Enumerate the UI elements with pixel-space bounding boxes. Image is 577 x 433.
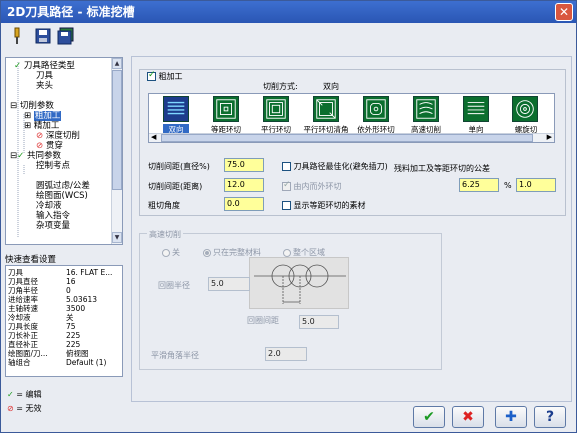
tree-item-finish[interactable]: ⊞ 精加工: [24, 121, 59, 131]
gallery-scrollbar[interactable]: ◀ ▶: [149, 133, 554, 142]
stepover-dist-input[interactable]: 12.0: [224, 178, 264, 192]
tree-item-canned-text[interactable]: 输入指令: [36, 211, 70, 221]
tree-item-coolant[interactable]: 冷却液: [36, 201, 62, 211]
tool-icon[interactable]: [9, 27, 25, 45]
true-spiral-icon: [512, 96, 538, 122]
one-way-icon: [463, 96, 489, 122]
ok-button[interactable]: ✔: [413, 406, 445, 428]
no-icon: ⊘: [36, 141, 44, 151]
cancel-button[interactable]: ✖: [452, 406, 484, 428]
stepover-pct-input[interactable]: 75.0: [224, 158, 264, 172]
collapse-icon[interactable]: ⊟: [10, 101, 17, 111]
pattern-parallel-spiral[interactable]: 平行环切: [251, 96, 301, 134]
cut-method-gallery[interactable]: 双向 等距环切 平行环切 平行环切清角 依外形环切 高速切削 单向 螺旋切 ◀ …: [148, 93, 555, 143]
percent-sign: %: [504, 181, 512, 190]
no-icon: ⊘: [36, 131, 44, 141]
tree-item-break-through[interactable]: ⊘ 贯穿: [36, 141, 63, 151]
rough-enable[interactable]: 粗加工: [147, 70, 183, 82]
quick-view-title: 快速查看设置: [5, 255, 57, 265]
scroll-up-icon[interactable]: ▲: [112, 58, 122, 69]
tree-item-toolpath-type[interactable]: ✓ 刀具路径类型: [14, 61, 75, 71]
expand-icon[interactable]: ⊞: [24, 121, 31, 131]
quick-view-panel: 刀具 16. FLAT E... 刀具直径 16 刀角半径 0 进给速率 5.03613…: [5, 265, 123, 377]
pattern-one-way[interactable]: 单向: [451, 96, 501, 134]
help-button[interactable]: ?: [534, 406, 566, 428]
check-icon: ✓: [14, 61, 22, 71]
loop-pitch-label: 回圈间距: [247, 316, 279, 325]
loop-radius-label: 回圈半径: [158, 281, 190, 290]
tree-item-planes[interactable]: 绘图面(WCS): [36, 191, 88, 201]
tree-item-rough[interactable]: ⊞ 粗加工: [24, 111, 62, 121]
scroll-left-icon[interactable]: ◀: [151, 133, 156, 141]
high-speed-title: 高速切削: [147, 229, 183, 240]
toolbar: [1, 23, 576, 49]
cut-method-value: 双向: [323, 82, 339, 91]
scroll-right-icon[interactable]: ▶: [547, 133, 552, 141]
expand-icon[interactable]: ⊞: [24, 111, 31, 121]
legend-edit: ✓ = 编辑: [7, 390, 42, 399]
rough-angle-input[interactable]: 0.0: [224, 197, 264, 211]
tree-item-arc-filter[interactable]: 圆弧过虑/公差: [36, 181, 90, 191]
check-icon: ✓: [17, 151, 25, 161]
window-title: 2D刀具路径 - 标准挖槽: [7, 5, 135, 19]
tree-item-tool[interactable]: 刀具: [36, 71, 53, 81]
rough-enable-checkbox[interactable]: [147, 70, 156, 81]
close-button[interactable]: ✕: [555, 3, 573, 21]
pattern-zigzag[interactable]: 双向: [151, 96, 201, 135]
hs-off-radio: 关: [162, 247, 180, 258]
scroll-down-icon[interactable]: ▼: [112, 232, 122, 243]
smooth-radius-input: 2.0: [265, 347, 307, 361]
stepover-dist-label: 切削间距(距离): [148, 182, 203, 191]
dialog-window: 2D刀具路径 - 标准挖槽 ✕ ✓ 刀具路径类型 刀具 夹头 ⊟ 切削参数 ⊞ …: [0, 0, 577, 433]
tree-item-cut-params[interactable]: ⊟ 切削参数: [10, 101, 54, 111]
tolerance-pct-input[interactable]: 6.25: [459, 178, 499, 192]
rough-angle-label: 粗切角度: [148, 201, 180, 210]
pattern-true-spiral[interactable]: 螺旋切: [501, 96, 549, 134]
pattern-high-speed[interactable]: 高速切削: [401, 96, 451, 134]
high-speed-icon: [413, 96, 439, 122]
parallel-spiral-icon: [263, 96, 289, 122]
title-bar: 2D刀具路径 - 标准挖槽 ✕: [1, 1, 576, 23]
tree-item-misc-values[interactable]: 杂项变量: [36, 221, 70, 231]
loop-diagram: [249, 257, 349, 309]
smooth-radius-label: 平滑角落半径: [151, 351, 199, 360]
tree-item-holder[interactable]: 夹头: [36, 81, 53, 91]
radio-icon: [203, 248, 211, 257]
display-stock-checkbox[interactable]: [282, 201, 291, 210]
loop-radius-input: 5.0: [208, 277, 250, 291]
pattern-morph-spiral[interactable]: 依外形环切: [351, 96, 401, 134]
loop-diagram-icon: [254, 264, 346, 304]
loop-pitch-input: 5.0: [299, 315, 339, 329]
cut-method-label: 切削方式:: [263, 82, 298, 91]
check-icon: ✓: [7, 390, 14, 399]
tree-item-control-points[interactable]: 控制考点: [36, 161, 70, 171]
spiral-icon: [213, 96, 239, 122]
gallery-scroll-thumb[interactable]: [161, 134, 533, 142]
tolerance-label: 残料加工及等距环切的公差: [394, 164, 490, 173]
spiral-inside-out-checkbox: [282, 180, 291, 191]
save-icon[interactable]: [35, 27, 51, 45]
no-icon: ⊘: [7, 404, 14, 413]
legend-invalid: ⊘ = 无效: [7, 404, 42, 413]
display-stock[interactable]: 显示等距环切的素材: [282, 200, 366, 211]
tree-item-depth-cuts[interactable]: ⊘ 深度切削: [36, 131, 80, 141]
tree-scrollbar[interactable]: ▲ ▼: [111, 58, 122, 244]
morph-spiral-icon: [363, 96, 389, 122]
tolerance-value-input[interactable]: 1.0: [516, 178, 556, 192]
spiral-inside-out: 由内而外环切: [282, 180, 342, 192]
minimize-burial[interactable]: 刀具路径最佳化(避免插刀): [282, 161, 388, 172]
tree-item-linking[interactable]: ⊟✓ 共同参数: [10, 151, 61, 161]
add-button[interactable]: ✚: [495, 406, 527, 428]
parameter-tree[interactable]: ✓ 刀具路径类型 刀具 夹头 ⊟ 切削参数 ⊞ 粗加工 ⊞ 精加工 ⊘ 深度切削…: [5, 57, 123, 245]
zigzag-icon: [163, 96, 189, 122]
clean-corners-icon: [313, 96, 339, 122]
minimize-burial-checkbox[interactable]: [282, 162, 291, 171]
stepover-pct-label: 切削间距(直径%): [148, 162, 210, 171]
pattern-const-overlap-spiral[interactable]: 等距环切: [201, 96, 251, 134]
radio-icon: [162, 248, 170, 257]
save-as-icon[interactable]: [57, 27, 74, 45]
radio-icon: [283, 248, 291, 257]
scroll-thumb[interactable]: [112, 70, 122, 190]
pattern-parallel-spiral-clean[interactable]: 平行环切清角: [301, 96, 351, 134]
